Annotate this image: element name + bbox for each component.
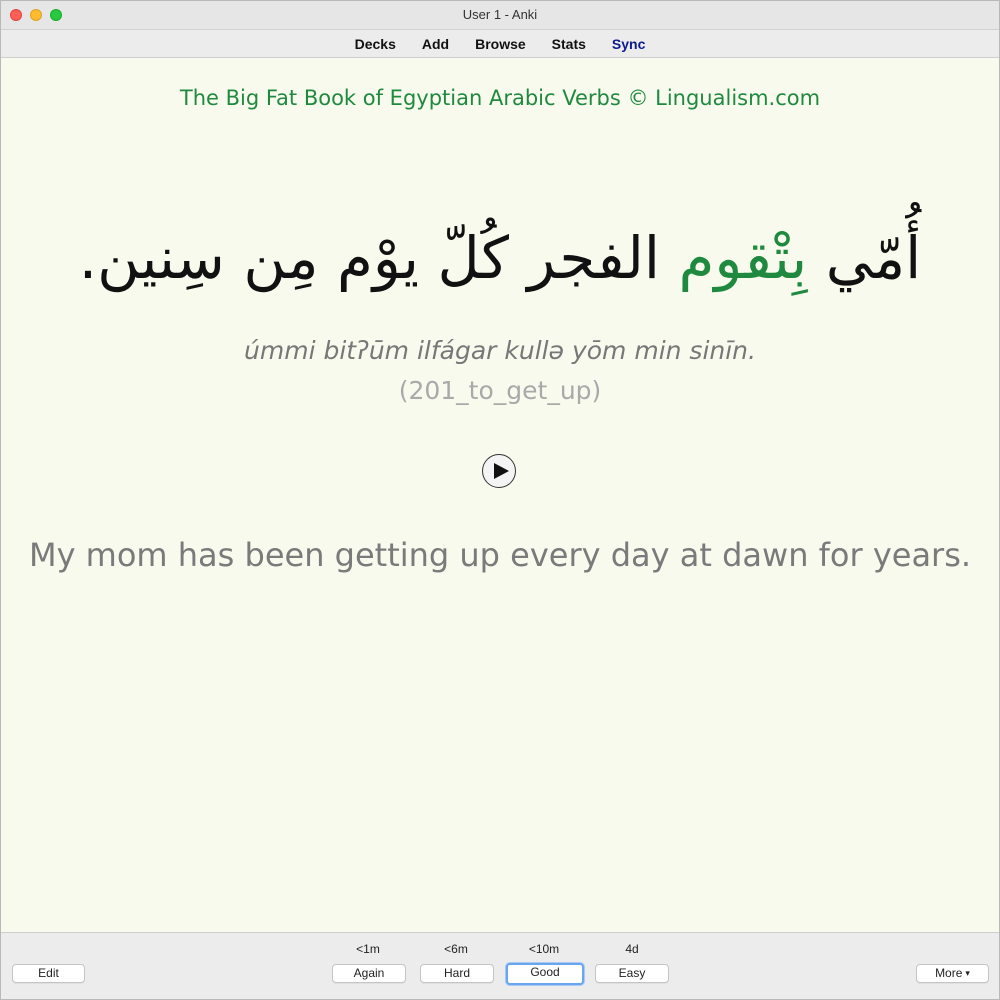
sync-link[interactable]: Sync	[612, 36, 645, 52]
review-bottom-bar: Edit <1m <6m <10m 4d Again Hard Good Eas…	[1, 932, 999, 999]
hard-button[interactable]: Hard	[420, 964, 494, 983]
good-button[interactable]: Good	[506, 963, 584, 985]
play-audio-button[interactable]	[482, 454, 516, 488]
browse-link[interactable]: Browse	[475, 36, 526, 52]
play-icon	[494, 463, 509, 479]
good-interval: <10m	[528, 942, 560, 956]
window-title: User 1 - Anki	[462, 7, 538, 22]
again-interval: <1m	[356, 942, 380, 956]
title-bar: User 1 - Anki	[1, 1, 999, 30]
again-button[interactable]: Again	[332, 964, 406, 983]
arabic-sentence: أُمّي بِتْقوم الفجر كُلّ يوْم مِن سِنين.	[1, 218, 999, 298]
main-toolbar: Decks Add Browse Stats Sync	[1, 30, 999, 58]
arabic-sentence-start: أُمّي	[807, 224, 922, 292]
card-tag: (201_to_get_up)	[398, 376, 602, 405]
easy-interval: 4d	[625, 942, 639, 956]
anki-window: User 1 - Anki Decks Add Browse Stats Syn…	[0, 0, 1000, 1000]
arabic-sentence-end: الفجر كُلّ يوْم مِن سِنين.	[78, 224, 679, 292]
more-button[interactable]: More ▾	[916, 964, 989, 983]
edit-button[interactable]: Edit	[12, 964, 85, 983]
decks-link[interactable]: Decks	[355, 36, 396, 52]
book-title: The Big Fat Book of Egyptian Arabic Verb…	[179, 86, 821, 110]
hard-interval: <6m	[444, 942, 468, 956]
transliteration: úmmi bitʔūm ilfágar kullə yōm min sinīn.	[244, 336, 756, 365]
caret-down-icon: ▾	[965, 968, 970, 979]
english-translation: My mom has been getting up every day at …	[28, 536, 972, 574]
easy-button[interactable]: Easy	[595, 964, 669, 983]
add-link[interactable]: Add	[422, 36, 449, 52]
highlighted-verb: بِتْقوم	[678, 224, 808, 292]
more-button-label: More	[935, 966, 963, 980]
stats-link[interactable]: Stats	[552, 36, 586, 52]
card-view: The Big Fat Book of Egyptian Arabic Verb…	[1, 58, 999, 931]
